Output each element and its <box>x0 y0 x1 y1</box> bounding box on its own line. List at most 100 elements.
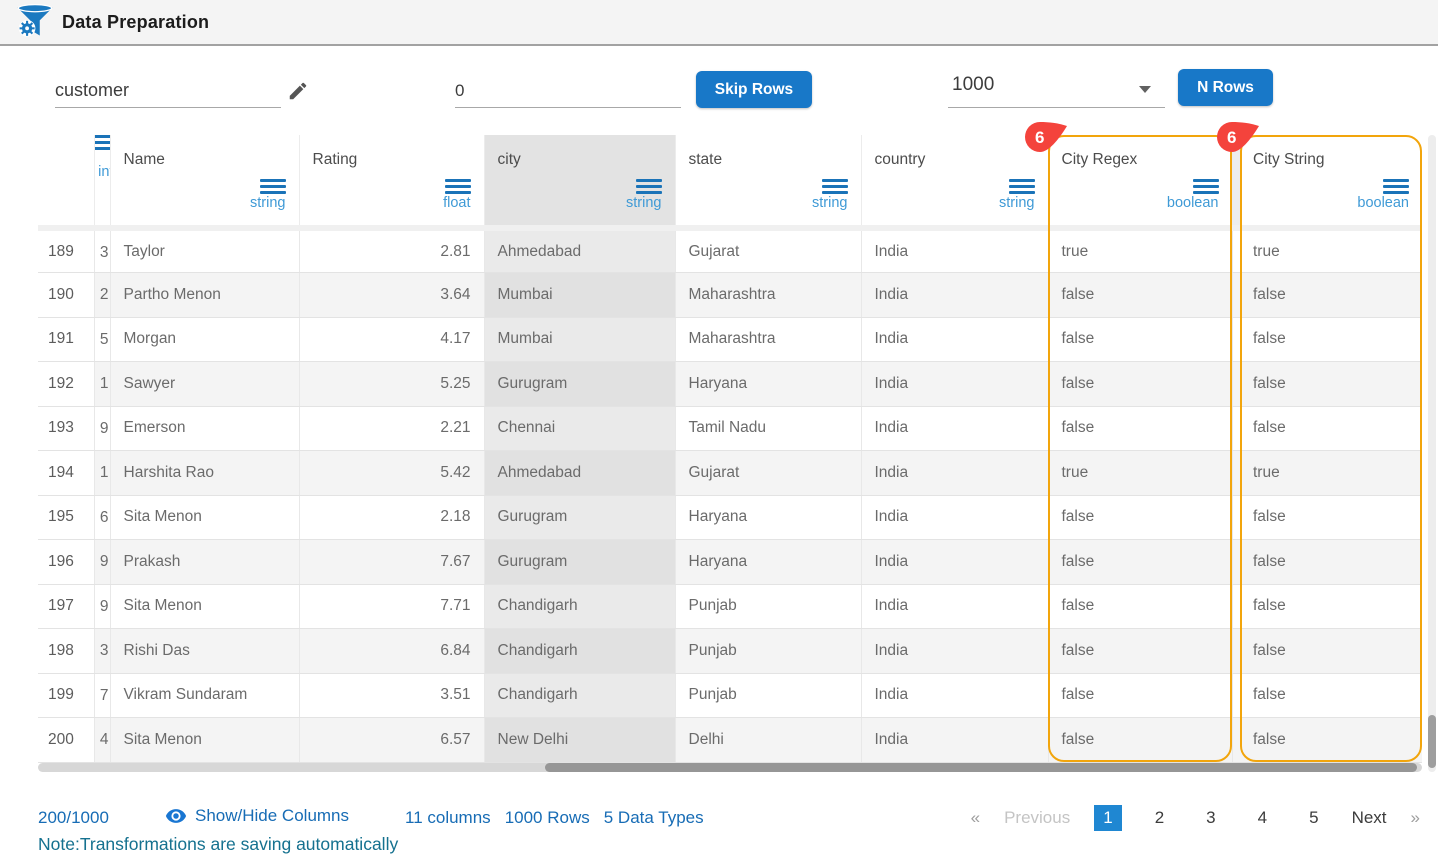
name-cell: Sita Menon <box>110 584 299 629</box>
state-cell: Haryana <box>675 540 861 585</box>
cust-id-cell-clipped: 3 <box>94 228 110 273</box>
city-cell: Gurugram <box>484 540 675 585</box>
annotation-badge-city-string[interactable]: 6 <box>1216 121 1260 153</box>
vertical-scrollbar-thumb[interactable] <box>1428 715 1436 768</box>
rating-cell: 6.57 <box>299 718 484 763</box>
column-type-label: string <box>999 195 1034 211</box>
svg-text:6: 6 <box>1035 128 1044 147</box>
n-rows-selected-value: 1000 <box>948 68 1165 96</box>
skip-rows-count-input[interactable] <box>455 74 681 108</box>
city-regex-cell: false <box>1048 317 1232 362</box>
pagination-prev-icon[interactable]: « <box>971 808 980 828</box>
city-regex-cell: false <box>1048 718 1232 763</box>
country-cell: India <box>861 629 1048 674</box>
pagination-next-icon[interactable]: » <box>1411 808 1420 828</box>
city-cell: Chennai <box>484 406 675 451</box>
pagination-page-button[interactable]: 4 <box>1249 805 1276 831</box>
skip-rows-button[interactable]: Skip Rows <box>696 71 812 108</box>
country-cell: India <box>861 584 1048 629</box>
column-header-rownum <box>38 135 94 228</box>
data-types-link[interactable]: 5 Data Types <box>604 808 704 828</box>
city-cell: Ahmedabad <box>484 228 675 273</box>
column-gap-cell <box>1232 718 1240 763</box>
name-cell: Sita Menon <box>110 718 299 763</box>
table-row: 198 3 Rishi Das 6.84 Chandigarh Punjab I… <box>38 629 1422 674</box>
pagination-next-button[interactable]: Next <box>1352 808 1387 828</box>
column-menu-icon[interactable] <box>94 135 110 150</box>
rating-cell: 5.25 <box>299 362 484 407</box>
rows-count-link[interactable]: 1000 Rows <box>505 808 590 828</box>
table-row: 189 3 Taylor 2.81 Ahmedabad Gujarat Indi… <box>38 228 1422 273</box>
table-row: 195 6 Sita Menon 2.18 Gurugram Haryana I… <box>38 495 1422 540</box>
row-number-cell: 194 <box>38 451 94 496</box>
n-rows-select[interactable]: 1000 <box>948 68 1165 108</box>
city-regex-cell: false <box>1048 495 1232 540</box>
city-string-cell: false <box>1240 317 1422 362</box>
annotation-badge-city-regex[interactable]: 6 <box>1024 121 1068 153</box>
horizontal-scrollbar-thumb[interactable] <box>545 763 1417 772</box>
column-gap-cell <box>1232 451 1240 496</box>
state-cell: Haryana <box>675 362 861 407</box>
row-number-cell: 189 <box>38 228 94 273</box>
column-header-city-selected[interactable]: city string <box>484 135 675 228</box>
column-gap-cell <box>1232 495 1240 540</box>
state-cell: Gujarat <box>675 228 861 273</box>
table-footer: 200/1000 Show/Hide Columns 11 columns 10… <box>0 800 1438 836</box>
city-regex-cell: false <box>1048 406 1232 451</box>
name-cell: Emerson <box>110 406 299 451</box>
name-cell: Sawyer <box>110 362 299 407</box>
city-cell: Mumbai <box>484 317 675 362</box>
cust-id-cell-clipped: 3 <box>94 629 110 674</box>
table-row: 192 1 Sawyer 5.25 Gurugram Haryana India… <box>38 362 1422 407</box>
state-cell: Gujarat <box>675 451 861 496</box>
city-cell: Gurugram <box>484 362 675 407</box>
country-cell: India <box>861 273 1048 318</box>
column-type-label: boolean <box>1357 195 1409 211</box>
columns-count-link[interactable]: 11 columns <box>405 808 491 828</box>
city-regex-cell: true <box>1048 228 1232 273</box>
column-gap-cell <box>1232 228 1240 273</box>
vertical-scrollbar-track <box>1428 135 1436 772</box>
country-cell: India <box>861 673 1048 718</box>
eye-icon <box>165 805 187 827</box>
show-hide-columns-button[interactable]: Show/Hide Columns <box>165 805 349 827</box>
column-gap-cell <box>1232 406 1240 451</box>
column-type-label: string <box>250 195 285 211</box>
pagination-page-button[interactable]: 5 <box>1300 805 1327 831</box>
column-header-country: country string <box>861 135 1048 228</box>
row-number-cell: 199 <box>38 673 94 718</box>
city-string-cell: false <box>1240 406 1422 451</box>
rating-cell: 7.71 <box>299 584 484 629</box>
page-title: Data Preparation <box>62 12 209 33</box>
table-row: 196 9 Prakash 7.67 Gurugram Haryana Indi… <box>38 540 1422 585</box>
funnel-gear-logo-icon <box>16 3 54 41</box>
row-progress-link[interactable]: 200/1000 <box>38 808 109 828</box>
pagination-page-button[interactable]: 3 <box>1197 805 1224 831</box>
column-gap-cell <box>1232 629 1240 674</box>
state-cell: Tamil Nadu <box>675 406 861 451</box>
city-cell: New Delhi <box>484 718 675 763</box>
name-cell: Rishi Das <box>110 629 299 674</box>
column-type-label: boolean <box>1167 195 1219 211</box>
dropdown-caret-icon <box>1139 86 1151 93</box>
city-regex-cell: false <box>1048 273 1232 318</box>
pagination-previous-button[interactable]: Previous <box>1004 808 1070 828</box>
column-gap-cell <box>1232 540 1240 585</box>
country-cell: India <box>861 406 1048 451</box>
city-regex-cell: false <box>1048 540 1232 585</box>
name-cell: Morgan <box>110 317 299 362</box>
n-rows-button[interactable]: N Rows <box>1178 69 1273 106</box>
state-cell: Haryana <box>675 495 861 540</box>
horizontal-scrollbar-track <box>38 763 1422 772</box>
city-string-cell: false <box>1240 495 1422 540</box>
pagination-page-button[interactable]: 1 <box>1094 805 1121 831</box>
cust-id-cell-clipped: 1 <box>94 362 110 407</box>
pagination-page-button[interactable]: 2 <box>1146 805 1173 831</box>
edit-pencil-icon[interactable] <box>287 80 309 102</box>
dataset-name-input[interactable] <box>55 74 281 108</box>
city-cell: Chandigarh <box>484 629 675 674</box>
row-number-cell: 195 <box>38 495 94 540</box>
rating-cell: 5.42 <box>299 451 484 496</box>
svg-text:6: 6 <box>1227 128 1236 147</box>
city-string-cell: true <box>1240 451 1422 496</box>
